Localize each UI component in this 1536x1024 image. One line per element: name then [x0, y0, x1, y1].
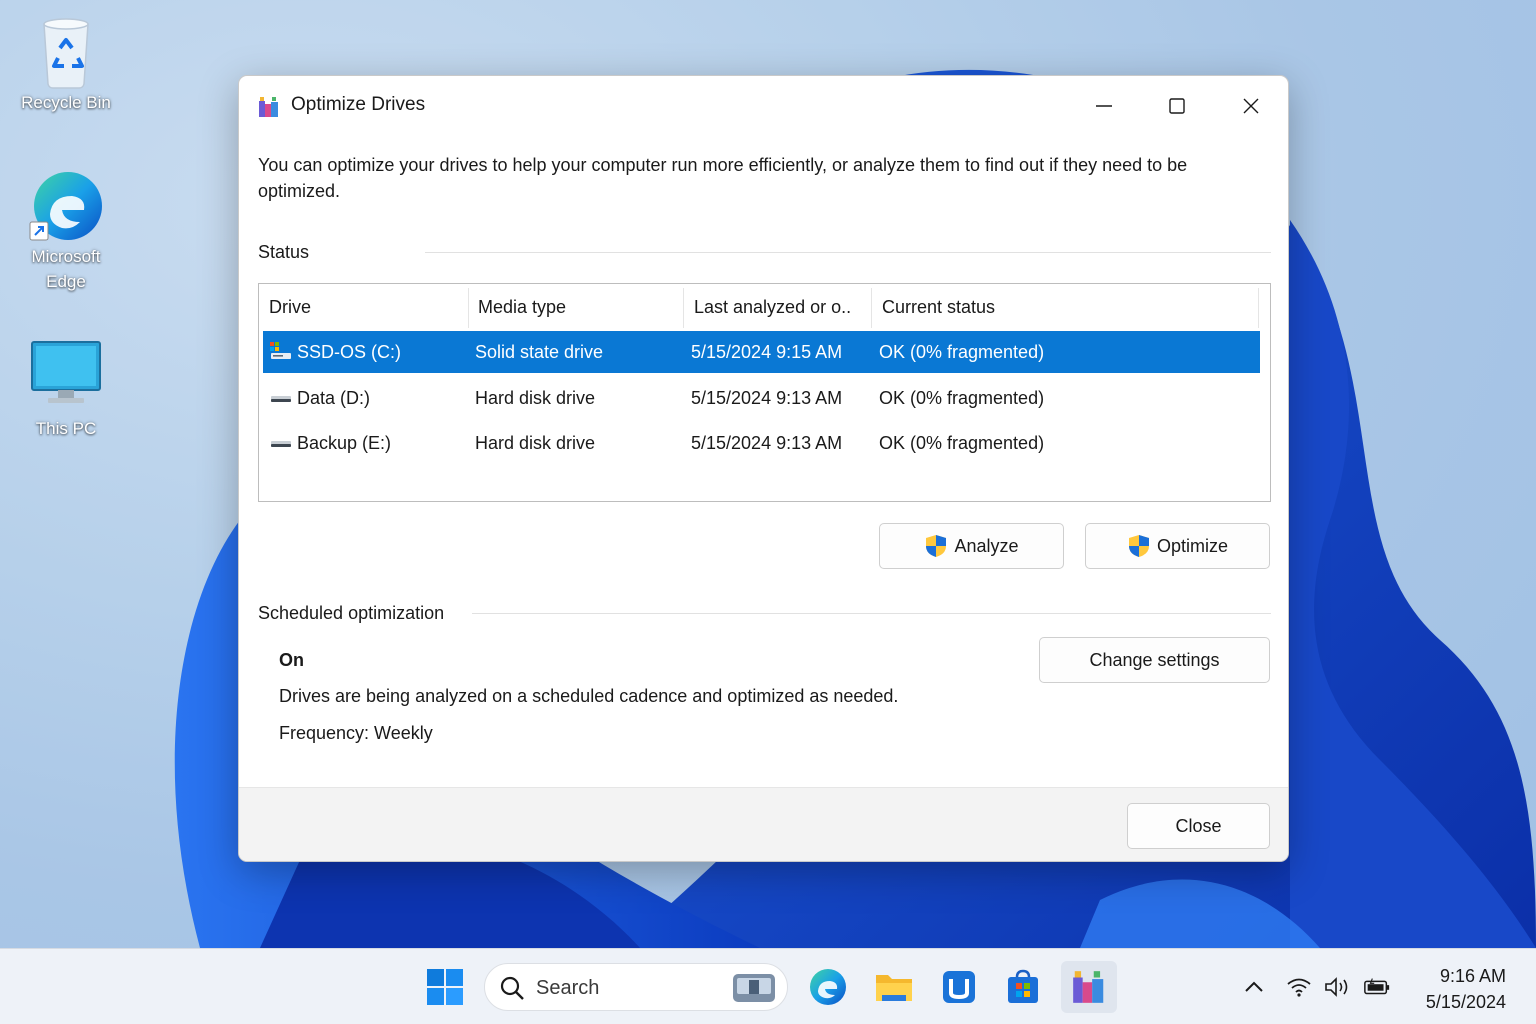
window-title: Optimize Drives — [291, 94, 426, 115]
drive-status: OK (0% fragmented) — [879, 433, 1045, 453]
column-divider[interactable] — [1258, 288, 1259, 328]
this-pc-icon — [31, 341, 101, 403]
drives-table[interactable]: Drive Media type Last analyzed or o.. Cu… — [258, 283, 1271, 502]
search-highlight-icon — [733, 974, 775, 1002]
drive-last-analyzed: 5/15/2024 9:13 AM — [691, 433, 843, 453]
schedule-frequency: Frequency: Weekly — [279, 723, 433, 743]
defrag-icon — [259, 97, 278, 117]
table-header: Drive Media type Last analyzed or o.. Cu… — [259, 284, 1270, 331]
defrag-icon — [1073, 971, 1104, 1003]
edge-label: Microsoft Edge — [31, 247, 101, 291]
hdd-drive-icon — [271, 396, 291, 402]
analyze-button[interactable]: Analyze — [879, 523, 1064, 569]
wifi-icon — [1287, 978, 1311, 997]
volume-icon — [1325, 977, 1348, 997]
windows-logo-icon — [427, 969, 463, 1005]
mail-app-icon — [943, 971, 975, 1003]
taskbar-optimize-drives[interactable] — [1061, 961, 1117, 1013]
optimize-drives-window: Optimize Drives You can optimize your dr… — [238, 75, 1289, 862]
store-icon — [1008, 969, 1038, 1003]
desktop-icon-this-pc[interactable]: This PC — [11, 340, 121, 441]
folder-icon — [876, 975, 912, 1001]
window-description: You can optimize your drives to help you… — [258, 155, 1188, 201]
analyze-button-label: Analyze — [954, 535, 1019, 556]
taskbar-edge[interactable] — [804, 963, 852, 1011]
column-header-last-analyzed[interactable]: Last analyzed or o.. — [684, 284, 851, 331]
maximize-button[interactable] — [1147, 86, 1207, 126]
minimize-icon — [1096, 105, 1112, 107]
table-row[interactable]: Backup (E:) Hard disk drive 5/15/2024 9:… — [263, 422, 1260, 464]
status-section-label: Status — [258, 242, 310, 262]
edge-icon — [29, 172, 102, 241]
taskbar-file-explorer[interactable] — [870, 963, 918, 1011]
taskbar-store[interactable] — [999, 963, 1047, 1011]
drive-last-analyzed: 5/15/2024 9:15 AM — [691, 342, 843, 362]
change-settings-label: Change settings — [1089, 649, 1220, 670]
battery-status[interactable] — [1363, 975, 1391, 999]
table-row[interactable]: SSD-OS (C:) Solid state drive 5/15/2024 … — [263, 331, 1260, 373]
optimize-button[interactable]: Optimize — [1085, 523, 1270, 569]
dialog-footer: Close — [239, 787, 1288, 861]
table-row[interactable]: Data (D:) Hard disk drive 5/15/2024 9:13… — [263, 377, 1260, 419]
drive-name: Backup (E:) — [297, 433, 392, 453]
scheduled-section-label: Scheduled optimization — [258, 603, 445, 623]
chevron-up-icon — [1245, 981, 1263, 992]
taskbar-outlook[interactable] — [935, 963, 983, 1011]
drive-status: OK (0% fragmented) — [879, 342, 1045, 362]
search-placeholder: Search — [536, 977, 600, 999]
schedule-description: Drives are being analyzed on a scheduled… — [279, 686, 899, 706]
drive-status: OK (0% fragmented) — [879, 388, 1045, 408]
close-button-label: Close — [1175, 815, 1222, 836]
column-header-media-type[interactable]: Media type — [468, 284, 566, 331]
taskbar-search[interactable]: Search — [484, 963, 788, 1011]
battery-icon — [1364, 978, 1390, 995]
clock-time: 9:16 AM — [1439, 966, 1506, 986]
drive-media-type: Hard disk drive — [475, 388, 596, 408]
schedule-state: On — [279, 650, 304, 670]
close-button[interactable]: Close — [1127, 803, 1270, 849]
search-icon — [500, 976, 524, 1000]
ssd-drive-icon — [270, 342, 291, 359]
drive-media-type: Hard disk drive — [475, 433, 596, 453]
this-pc-label: This PC — [35, 419, 97, 438]
uac-shield-icon — [1128, 535, 1149, 557]
taskbar: Search 9:16 AM 5/15/2024 — [0, 948, 1536, 1024]
clock-date: 5/15/2024 — [1425, 992, 1506, 1012]
optimize-button-label: Optimize — [1156, 535, 1228, 556]
recycle-bin-icon — [43, 18, 89, 89]
maximize-icon — [1169, 98, 1185, 114]
drive-name: Data (D:) — [297, 388, 371, 408]
close-icon — [1243, 98, 1259, 114]
title-bar[interactable]: Optimize Drives — [239, 76, 1288, 134]
status-divider — [425, 252, 1271, 253]
scheduled-divider — [472, 613, 1271, 614]
start-button[interactable] — [421, 963, 469, 1011]
recycle-bin-label: Recycle Bin — [21, 93, 111, 112]
drive-last-analyzed: 5/15/2024 9:13 AM — [691, 388, 843, 408]
change-settings-button[interactable]: Change settings — [1039, 637, 1270, 683]
uac-shield-icon — [926, 535, 947, 557]
column-header-drive[interactable]: Drive — [259, 284, 311, 331]
desktop-icon-recycle-bin[interactable]: Recycle Bin — [11, 14, 121, 115]
drive-media-type: Solid state drive — [475, 342, 604, 362]
volume-status[interactable] — [1323, 975, 1351, 999]
show-hidden-icons-button[interactable] — [1240, 975, 1268, 999]
edge-icon — [810, 969, 846, 1005]
hdd-drive-icon — [271, 441, 291, 447]
wifi-status[interactable] — [1285, 975, 1313, 999]
desktop-icon-edge[interactable]: Microsoft Edge — [11, 168, 121, 294]
column-header-current-status[interactable]: Current status — [872, 284, 995, 331]
close-window-button[interactable] — [1221, 86, 1281, 126]
system-clock[interactable]: 9:16 AM 5/15/2024 — [1426, 963, 1506, 1015]
minimize-button[interactable] — [1074, 86, 1134, 126]
drive-name: SSD-OS (C:) — [297, 342, 402, 362]
